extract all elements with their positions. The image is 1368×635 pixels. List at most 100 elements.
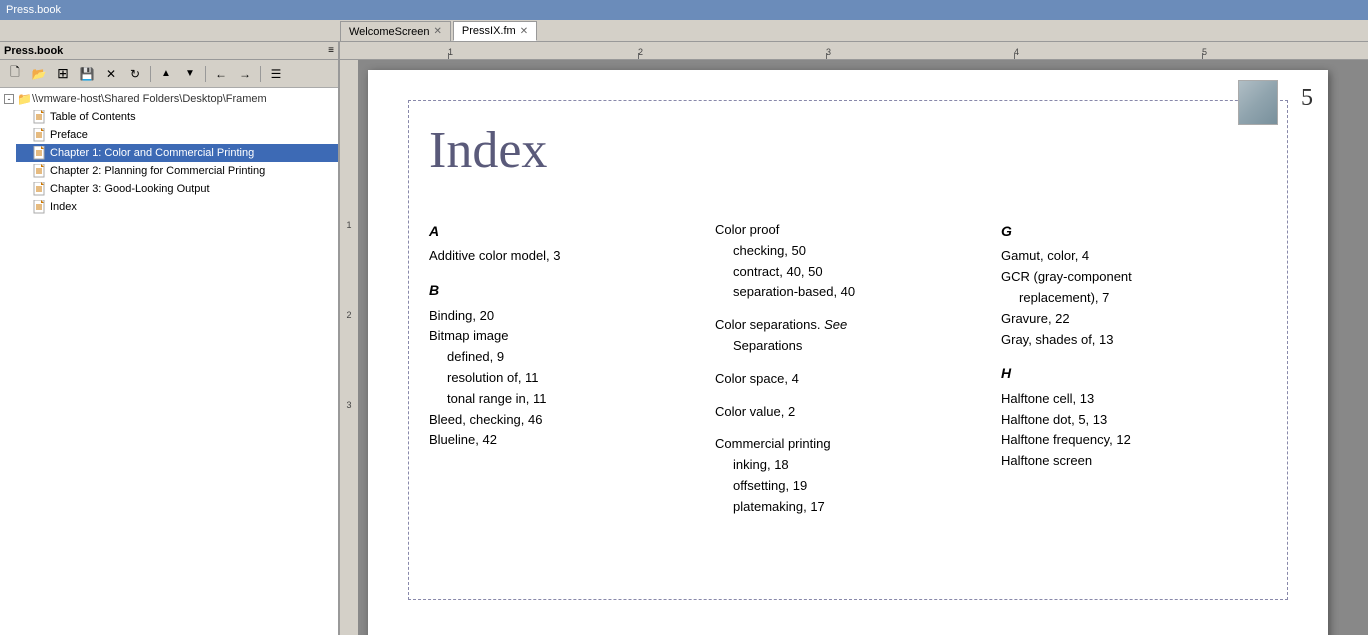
ruler-v-mark-1: 1 bbox=[346, 220, 351, 230]
import-button[interactable]: ⊞ bbox=[52, 63, 74, 85]
entry-binding: Binding, 20 bbox=[429, 306, 695, 327]
section-b: B Binding, 20 Bitmap image defined, 9 re… bbox=[429, 279, 695, 451]
panel-menu-button[interactable]: ≡ bbox=[328, 45, 334, 56]
root-expand-icon[interactable]: - bbox=[4, 94, 14, 104]
entry-bitmap: Bitmap image bbox=[429, 326, 695, 347]
title-bar: Press.book bbox=[0, 0, 1368, 20]
toc-label: Table of Contents bbox=[50, 111, 136, 123]
entry-color-proof-header: Color proof bbox=[715, 220, 981, 241]
section-colorproof: Color proof checking, 50 contract, 40, 5… bbox=[715, 220, 981, 303]
tree-view: - 📁 \\vmware-host\Shared Folders\Desktop… bbox=[0, 88, 338, 635]
tab-press[interactable]: PressIX.fm ✕ bbox=[453, 21, 537, 41]
page-number: 5 bbox=[1301, 85, 1313, 112]
entry-blueline: Blueline, 42 bbox=[429, 430, 695, 451]
tab-press-label: PressIX.fm bbox=[462, 25, 516, 37]
entry-separations-ref: Separations bbox=[733, 336, 981, 357]
entry-halftone-screen: Halftone screen bbox=[1001, 451, 1267, 472]
tree-item-ch1[interactable]: Chapter 1: Color and Commercial Printing bbox=[16, 144, 338, 162]
entry-gravure: Gravure, 22 bbox=[1001, 309, 1267, 330]
entry-bleed: Bleed, checking, 46 bbox=[429, 410, 695, 431]
entry-inking: inking, 18 bbox=[733, 455, 981, 476]
root-path-label: \\vmware-host\Shared Folders\Desktop\Fra… bbox=[32, 93, 267, 105]
section-a: A Additive color model, 3 bbox=[429, 220, 695, 267]
tab-welcome[interactable]: WelcomeScreen ✕ bbox=[340, 21, 451, 41]
entry-gamut: Gamut, color, 4 bbox=[1001, 246, 1267, 267]
document-page: 5 Index A Additiv bbox=[368, 70, 1328, 635]
index-label: Index bbox=[50, 201, 77, 213]
entry-additive: Additive color model, 3 bbox=[429, 246, 695, 267]
list-view-button[interactable]: ☰ bbox=[265, 63, 287, 85]
ruler-vertical: 1 2 3 bbox=[340, 60, 358, 635]
entry-checking: checking, 50 bbox=[733, 241, 981, 262]
ch1-label: Chapter 1: Color and Commercial Printing bbox=[50, 147, 254, 159]
entry-color-space: Color space, 4 bbox=[715, 369, 981, 390]
see-label: See bbox=[824, 317, 847, 332]
section-commercial: Commercial printing inking, 18 offsettin… bbox=[715, 434, 981, 517]
entry-contract: contract, 40, 50 bbox=[733, 262, 981, 283]
tab-welcome-close[interactable]: ✕ bbox=[434, 26, 442, 37]
toolbar-separator-1 bbox=[150, 66, 151, 82]
ch3-label: Chapter 3: Good-Looking Output bbox=[50, 183, 210, 195]
entry-halftone-cell: Halftone cell, 13 bbox=[1001, 389, 1267, 410]
entry-gcr: GCR (gray-component replacement), 7 bbox=[1001, 267, 1267, 309]
toc-file-icon bbox=[33, 110, 47, 124]
tree-item-ch3[interactable]: Chapter 3: Good-Looking Output bbox=[16, 180, 338, 198]
entry-resolution: resolution of, 11 bbox=[447, 368, 695, 389]
ch3-file-icon bbox=[33, 182, 47, 196]
tab-bar: WelcomeScreen ✕ PressIX.fm ✕ bbox=[0, 20, 1368, 42]
tree-item-index[interactable]: Index bbox=[16, 198, 338, 216]
tree-item-preface[interactable]: Preface bbox=[16, 126, 338, 144]
tree-root: - 📁 \\vmware-host\Shared Folders\Desktop… bbox=[0, 90, 338, 108]
section-letter-a: A bbox=[429, 220, 695, 242]
delete-button[interactable]: ✕ bbox=[100, 63, 122, 85]
entry-color-sep: Color separations. See bbox=[715, 315, 981, 336]
entry-separation-based: separation-based, 40 bbox=[733, 282, 981, 303]
entry-offsetting: offsetting, 19 bbox=[733, 476, 981, 497]
ruler-v-mark-3: 3 bbox=[346, 400, 351, 410]
move-up-button[interactable]: ▲ bbox=[155, 63, 177, 85]
back-button[interactable]: ← bbox=[210, 63, 232, 85]
section-g: G Gamut, color, 4 GCR (gray-component re… bbox=[1001, 220, 1267, 350]
index-column-2: Color proof checking, 50 contract, 40, 5… bbox=[715, 220, 981, 530]
section-letter-h: H bbox=[1001, 362, 1267, 384]
section-letter-b: B bbox=[429, 279, 695, 301]
page-content-border: Index A Additive color model, 3 B bbox=[408, 100, 1288, 600]
entry-color-value: Color value, 2 bbox=[715, 402, 981, 423]
open-button[interactable]: 📂 bbox=[28, 63, 50, 85]
title-bar-label: Press.book bbox=[6, 4, 61, 16]
entry-halftone-dot: Halftone dot, 5, 13 bbox=[1001, 410, 1267, 431]
entry-commercial-printing: Commercial printing bbox=[715, 434, 981, 455]
root-folder-icon: 📁 bbox=[17, 92, 32, 106]
forward-button[interactable]: → bbox=[234, 63, 256, 85]
page-thumbnail bbox=[1238, 80, 1278, 125]
toolbar-separator-3 bbox=[260, 66, 261, 82]
section-colorvalue: Color value, 2 bbox=[715, 402, 981, 423]
save-button[interactable]: 💾 bbox=[76, 63, 98, 85]
page-wrapper[interactable]: 5 Index A Additiv bbox=[358, 60, 1368, 635]
section-colorspace: Color space, 4 bbox=[715, 369, 981, 390]
index-file-icon bbox=[33, 200, 47, 214]
left-panel: Press.book ≡ 🗋 📂 ⊞ 💾 ✕ ↻ ▲ ▼ ← → ☰ - 📁 bbox=[0, 42, 340, 635]
doc-area: 1 2 3 4 5 1 2 3 bbox=[340, 42, 1368, 635]
ch2-label: Chapter 2: Planning for Commercial Print… bbox=[50, 165, 265, 177]
panel-title: Press.book bbox=[4, 45, 63, 57]
tab-welcome-label: WelcomeScreen bbox=[349, 26, 430, 38]
refresh-button[interactable]: ↻ bbox=[124, 63, 146, 85]
tab-press-close[interactable]: ✕ bbox=[520, 26, 528, 37]
preface-file-icon bbox=[33, 128, 47, 142]
ch1-file-icon bbox=[33, 146, 47, 160]
toolbar: 🗋 📂 ⊞ 💾 ✕ ↻ ▲ ▼ ← → ☰ bbox=[0, 60, 338, 88]
new-button[interactable]: 🗋 bbox=[4, 63, 26, 85]
section-letter-g: G bbox=[1001, 220, 1267, 242]
entry-tonal: tonal range in, 11 bbox=[447, 389, 695, 410]
ch2-file-icon bbox=[33, 164, 47, 178]
index-column-1: A Additive color model, 3 B Binding, 20 … bbox=[429, 220, 695, 530]
tree-item-ch2[interactable]: Chapter 2: Planning for Commercial Print… bbox=[16, 162, 338, 180]
index-title: Index bbox=[429, 121, 1267, 180]
preface-label: Preface bbox=[50, 129, 88, 141]
section-h: H Halftone cell, 13 Halftone dot, 5, 13 … bbox=[1001, 362, 1267, 472]
panel-title-bar: Press.book ≡ bbox=[0, 42, 338, 60]
tree-item-toc[interactable]: Table of Contents bbox=[16, 108, 338, 126]
move-down-button[interactable]: ▼ bbox=[179, 63, 201, 85]
toolbar-separator-2 bbox=[205, 66, 206, 82]
